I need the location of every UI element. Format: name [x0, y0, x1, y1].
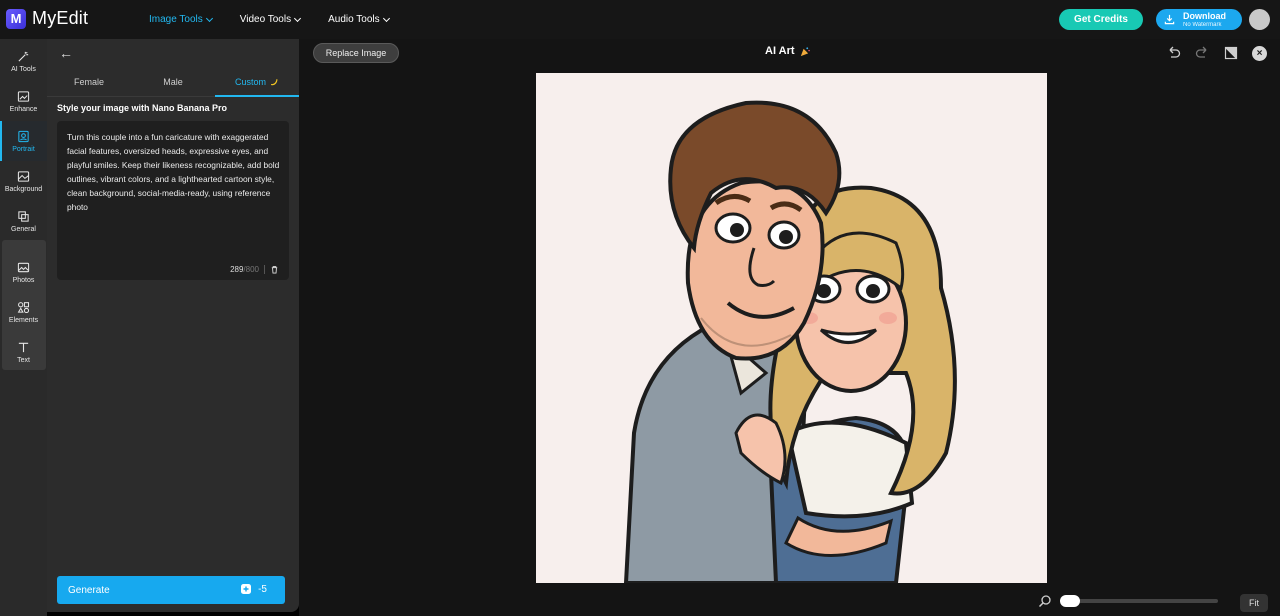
counter-divider: [264, 265, 265, 274]
nav-video-tools[interactable]: Video Tools: [239, 14, 302, 25]
tab-custom-label: Custom: [234, 76, 266, 87]
zoom-controls: [1038, 594, 1218, 608]
tool-panel: ← Female Male Custom Style your image wi…: [47, 39, 299, 612]
enhance-icon: [17, 90, 30, 102]
nav-audio-tools[interactable]: Audio Tools: [328, 14, 390, 25]
nav-image-tools-label: Image Tools: [149, 14, 203, 25]
chevron-down-icon: [382, 14, 390, 22]
canvas-toolbar: ×: [1165, 45, 1267, 61]
back-arrow-icon[interactable]: ←: [59, 45, 73, 61]
rail-item-text[interactable]: Text: [0, 332, 47, 372]
general-icon: [18, 210, 29, 222]
undo-icon[interactable]: [1165, 45, 1181, 61]
cartoon-couple-illustration: [536, 73, 1047, 583]
nav-audio-tools-label: Audio Tools: [328, 14, 380, 25]
chevron-down-icon: [294, 14, 302, 22]
tool-rail: AI Tools Enhance Portrait Background Gen…: [0, 39, 47, 616]
party-popper-icon: [800, 46, 810, 56]
user-avatar[interactable]: [1249, 9, 1270, 30]
download-icon: [1164, 14, 1175, 25]
app-logo[interactable]: M MyEdit: [6, 8, 88, 29]
elements-icon: [17, 301, 30, 313]
replace-image-button[interactable]: Replace Image: [313, 43, 399, 63]
fit-button[interactable]: Fit: [1240, 594, 1268, 612]
top-bar: M MyEdit Image Tools Video Tools Audio T…: [0, 0, 1280, 39]
zoom-slider[interactable]: [1060, 595, 1218, 607]
rail-item-ai-tools[interactable]: AI Tools: [0, 41, 47, 81]
magic-wand-icon: [18, 51, 29, 62]
rail-label: Photos: [12, 276, 35, 284]
rail-item-enhance[interactable]: Enhance: [0, 81, 47, 121]
rail-item-general[interactable]: General: [0, 201, 47, 241]
generate-button[interactable]: Generate -5: [57, 576, 285, 604]
char-count: 289: [230, 265, 244, 274]
credit-icon: [241, 584, 252, 594]
download-sublabel: No Watermark: [1183, 21, 1222, 28]
rail-label: Enhance: [9, 105, 38, 113]
generate-cost: -5: [240, 583, 267, 595]
portrait-icon: [18, 130, 29, 142]
rail-item-portrait[interactable]: Portrait: [0, 121, 47, 161]
zoom-slider-thumb[interactable]: [1060, 595, 1080, 607]
tab-female[interactable]: Female: [47, 67, 131, 96]
rail-item-background[interactable]: Background: [0, 161, 47, 201]
compare-icon[interactable]: [1223, 45, 1239, 61]
zoom-icon[interactable]: [1038, 594, 1052, 608]
canvas-title-text: AI Art: [765, 45, 795, 57]
chevron-down-icon: [205, 14, 213, 22]
get-credits-button[interactable]: Get Credits: [1059, 9, 1143, 30]
rail-label: Elements: [8, 316, 39, 324]
rail-label: AI Tools: [11, 65, 36, 73]
download-label: Download: [1183, 10, 1226, 21]
rail-item-photos[interactable]: Photos: [0, 252, 47, 292]
nav-video-tools-label: Video Tools: [239, 14, 292, 25]
text-icon: [18, 342, 29, 352]
app-name: MyEdit: [32, 8, 89, 28]
nav-image-tools[interactable]: Image Tools: [149, 14, 213, 25]
char-counter: 289/800: [230, 265, 279, 274]
download-button[interactable]: Download No Watermark: [1156, 9, 1242, 30]
background-icon: [17, 170, 30, 182]
rail-label: General: [11, 225, 36, 233]
logo-mark: M: [6, 8, 26, 29]
tab-female-label: Female: [73, 76, 104, 87]
rail-label: Portrait: [12, 145, 35, 153]
canvas-area: Replace Image AI Art × Fit: [299, 39, 1280, 616]
prompt-textarea[interactable]: Turn this couple into a fun caricature w…: [57, 121, 289, 280]
tab-custom[interactable]: Custom: [215, 67, 299, 97]
trash-icon[interactable]: [270, 265, 279, 274]
canvas-title: AI Art: [765, 45, 810, 57]
rail-label: Background: [4, 185, 43, 193]
generate-cost-value: -5: [258, 583, 267, 595]
photos-icon: [17, 262, 30, 272]
result-image: [536, 73, 1047, 583]
section-title: Style your image with Nano Banana Pro: [57, 103, 228, 113]
banana-icon: [271, 78, 278, 85]
tab-male[interactable]: Male: [131, 67, 215, 96]
redo-icon[interactable]: [1194, 45, 1210, 61]
tab-male-label: Male: [163, 76, 183, 87]
style-tabs: Female Male Custom: [47, 67, 299, 97]
prompt-text: Turn this couple into a fun caricature w…: [67, 132, 280, 212]
char-max: /800: [243, 265, 259, 274]
main-nav: Image Tools Video Tools Audio Tools: [149, 0, 417, 39]
rail-item-elements[interactable]: Elements: [0, 292, 47, 332]
close-icon[interactable]: ×: [1252, 45, 1267, 61]
generate-label: Generate: [68, 584, 110, 596]
rail-label: Text: [17, 356, 30, 364]
